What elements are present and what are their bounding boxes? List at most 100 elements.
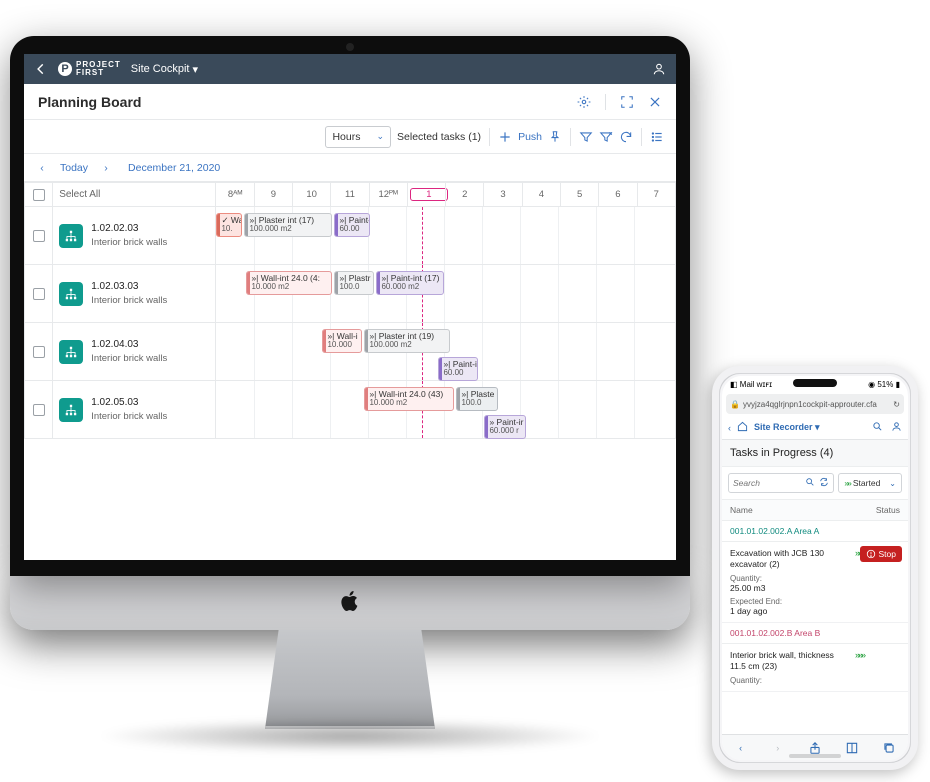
select-all-checkbox[interactable] bbox=[33, 189, 45, 201]
task-list: 001.01.02.002.A Area AExcavation with JC… bbox=[722, 521, 908, 692]
list-item[interactable]: Excavation with JCB 130 excavator (2)»»»… bbox=[722, 542, 908, 623]
iphone-frame: ◧ Mail ᴡɪꜰɪ 18:06 ◉ 51% ▮ 🔒 yvyjza4qglrj… bbox=[712, 366, 918, 770]
fullscreen-icon[interactable] bbox=[620, 95, 634, 109]
lock-icon: 🔒 bbox=[730, 400, 740, 409]
gantt-bar[interactable]: »| Plaster int (17)100.000 m2 bbox=[244, 213, 332, 237]
chevron-down-icon: ▾ bbox=[193, 63, 199, 76]
prev-day-icon[interactable]: ‹ bbox=[36, 162, 48, 174]
phone-search-icon[interactable] bbox=[872, 421, 883, 434]
toolbar: Hours ⌄ Selected tasks (1) Push bbox=[24, 120, 676, 154]
gantt-bar[interactable]: » Paint-ir60.000 r bbox=[484, 415, 526, 439]
gantt-bar[interactable]: »| Paint-int (17)60.000 m2 bbox=[376, 271, 444, 295]
row-checkbox[interactable] bbox=[33, 404, 45, 416]
section-header[interactable]: 001.01.02.002.B Area B bbox=[722, 623, 908, 644]
list-icon[interactable] bbox=[650, 130, 664, 144]
col-name: Name bbox=[730, 505, 753, 515]
gantt-bar[interactable]: ✓ Wa10. bbox=[216, 213, 242, 237]
url-bar[interactable]: 🔒 yvyjza4qglrjnpn1cockpit-approuter.cfa … bbox=[726, 394, 904, 414]
app-logo: P PROJECTFIRST bbox=[58, 61, 121, 77]
reload-icon[interactable]: ↻ bbox=[893, 400, 900, 409]
phone-back-icon[interactable]: ‹ bbox=[728, 423, 731, 433]
selected-tasks-label: Selected tasks (1) bbox=[397, 131, 481, 143]
page-header-actions bbox=[577, 94, 662, 110]
granularity-select[interactable]: Hours ⌄ bbox=[325, 126, 391, 148]
imac-camera bbox=[346, 43, 354, 51]
row-header[interactable]: 1.02.05.03Interior brick walls bbox=[59, 381, 215, 438]
status-filter[interactable]: »» Started ⌄ bbox=[838, 473, 902, 493]
status-right: ◉ 51% ▮ bbox=[868, 380, 900, 389]
hierarchy-icon bbox=[59, 340, 83, 364]
gantt-bar[interactable]: »| Wall-int 24.0 (43)10.000 m2 bbox=[364, 387, 454, 411]
safari-bookmarks-icon[interactable] bbox=[844, 740, 860, 756]
today-button[interactable]: Today bbox=[60, 162, 88, 174]
hierarchy-icon bbox=[59, 398, 83, 422]
gantt-bar[interactable]: »| Paint-60.00 bbox=[334, 213, 370, 237]
list-item[interactable]: Interior brick wall, thickness 11.5 cm (… bbox=[722, 644, 908, 692]
safari-back-icon[interactable]: ‹ bbox=[733, 740, 749, 756]
notch bbox=[793, 379, 837, 387]
row-header[interactable]: 1.02.03.03Interior brick walls bbox=[59, 265, 215, 322]
close-icon[interactable] bbox=[648, 95, 662, 109]
phone-screen: ◧ Mail ᴡɪꜰɪ 18:06 ◉ 51% ▮ 🔒 yvyjza4qglrj… bbox=[722, 376, 908, 760]
gantt-row: 1.02.04.03Interior brick walls »| Wall-i1… bbox=[25, 323, 676, 381]
apple-logo-icon bbox=[337, 588, 363, 619]
push-button[interactable]: Push bbox=[518, 131, 542, 143]
plus-icon[interactable] bbox=[498, 130, 512, 144]
back-icon[interactable] bbox=[34, 62, 48, 76]
gantt-bar[interactable]: »| Plaster int (19)100.000 m2 bbox=[364, 329, 450, 353]
hour-header: 12ᴾᴹ bbox=[369, 183, 407, 207]
filter-clear-icon[interactable] bbox=[599, 130, 613, 144]
gantt-bar[interactable]: »| Wall-int 24.0 (4:10.000 m2 bbox=[246, 271, 332, 295]
gantt-grid: Select All 8ᴬᴹ9101112ᴾᴹ1234567 1.02.02.0… bbox=[24, 182, 676, 439]
phone-toolbar: »» Started ⌄ bbox=[722, 467, 908, 500]
running-icon: »»» bbox=[855, 650, 864, 660]
status-left: ◧ Mail ᴡɪꜰɪ bbox=[730, 380, 772, 389]
hour-header: 4 bbox=[522, 183, 560, 207]
gantt-bar[interactable]: »| Plastr100.0 bbox=[334, 271, 374, 295]
row-header[interactable]: 1.02.02.03Interior brick walls bbox=[59, 207, 215, 264]
chevron-down-icon: ⌄ bbox=[376, 131, 384, 142]
refresh-icon[interactable] bbox=[619, 130, 633, 144]
search-input[interactable] bbox=[728, 473, 834, 493]
phone-header-title[interactable]: Site Recorder ▾ bbox=[754, 422, 820, 433]
user-icon[interactable] bbox=[652, 62, 666, 76]
hour-header: 11 bbox=[331, 183, 369, 207]
gantt-bar[interactable]: »| Wall-i10.000 bbox=[322, 329, 362, 353]
section-header[interactable]: 001.01.02.002.A Area A bbox=[722, 521, 908, 542]
hour-header: 1 bbox=[407, 183, 445, 207]
logo-text: PROJECTFIRST bbox=[76, 61, 121, 77]
hour-header: 7 bbox=[637, 183, 675, 207]
chevron-down-icon: ⌄ bbox=[889, 479, 896, 488]
site-cockpit-dropdown[interactable]: Site Cockpit ▾ bbox=[131, 63, 198, 76]
phone-user-icon[interactable] bbox=[891, 421, 902, 434]
next-day-icon[interactable]: › bbox=[100, 162, 112, 174]
search-icon[interactable] bbox=[805, 477, 815, 489]
row-checkbox[interactable] bbox=[33, 288, 45, 300]
imac-bezel: P PROJECTFIRST Site Cockpit ▾ Planning B… bbox=[10, 36, 690, 576]
desktop-screen: P PROJECTFIRST Site Cockpit ▾ Planning B… bbox=[24, 54, 676, 560]
pin-icon[interactable] bbox=[548, 130, 562, 144]
url-text: yvyjza4qglrjnpn1cockpit-approuter.cfa bbox=[743, 400, 890, 409]
stop-button[interactable]: Stop bbox=[860, 546, 903, 562]
current-date: December 21, 2020 bbox=[128, 162, 220, 174]
safari-tabs-icon[interactable] bbox=[881, 740, 897, 756]
row-header[interactable]: 1.02.04.03Interior brick walls bbox=[59, 323, 215, 380]
page-header: Planning Board bbox=[24, 84, 676, 120]
home-icon[interactable] bbox=[737, 421, 748, 434]
row-checkbox[interactable] bbox=[33, 230, 45, 242]
hierarchy-icon bbox=[59, 224, 83, 248]
hour-header: 6 bbox=[599, 183, 637, 207]
running-icon: »» bbox=[844, 478, 849, 488]
home-indicator bbox=[789, 754, 841, 758]
gantt-bar[interactable]: »| Paint-i60.00 bbox=[438, 357, 478, 381]
search-field[interactable] bbox=[733, 478, 801, 488]
row-checkbox[interactable] bbox=[33, 346, 45, 358]
phone-app-header: ‹ Site Recorder ▾ bbox=[722, 416, 908, 440]
imac-chin bbox=[10, 576, 690, 630]
sync-icon[interactable] bbox=[819, 477, 829, 489]
gantt-bar[interactable]: »| Plaste100.0 bbox=[456, 387, 498, 411]
hour-header: 10 bbox=[293, 183, 331, 207]
filter-icon[interactable] bbox=[579, 130, 593, 144]
settings-icon[interactable] bbox=[577, 95, 591, 109]
imac-frame: P PROJECTFIRST Site Cockpit ▾ Planning B… bbox=[10, 36, 690, 740]
